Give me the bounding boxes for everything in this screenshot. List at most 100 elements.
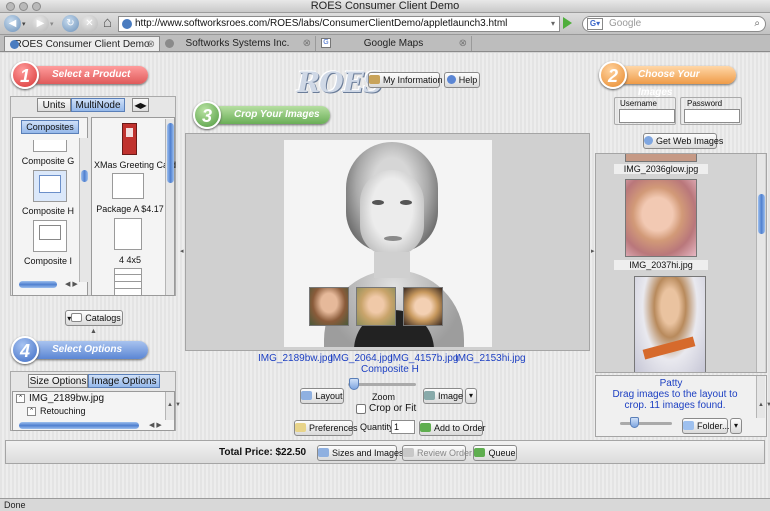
catalogs-button[interactable]: ▾ Catalogs <box>65 310 123 326</box>
composite-label[interactable]: Composite H <box>15 206 81 216</box>
composite-label[interactable]: Composite G <box>15 156 81 166</box>
tab-multinode[interactable]: MultiNode <box>71 98 125 112</box>
add-to-order-button[interactable]: Add to Order <box>419 420 486 436</box>
url-dropdown-icon[interactable]: ▾ <box>551 17 555 31</box>
image-filename[interactable]: IMG_2037hi.jpg <box>614 260 708 270</box>
product-label[interactable]: XMas Greeting Card <box>94 160 176 170</box>
tab-roes-demo[interactable]: ROES Consumer Client Demo ⊗ <box>4 36 160 51</box>
tab-softworks[interactable]: Softworks Systems Inc. ⊗ <box>160 36 316 51</box>
close-tab-icon[interactable]: ⊗ <box>459 36 467 51</box>
tab-scroll-arrows[interactable]: ◀▶ <box>132 98 149 112</box>
layout-button[interactable]: Layout <box>300 388 344 404</box>
preferences-button[interactable]: Preferences <box>294 420 358 436</box>
composite-label[interactable]: Composite I <box>15 256 81 266</box>
close-window-icon[interactable] <box>6 2 15 11</box>
composites-hscroll-thumb[interactable] <box>19 281 57 288</box>
go-icon[interactable] <box>563 17 572 29</box>
image-thumbnail[interactable] <box>625 154 697 162</box>
search-engine-icon[interactable]: G▾ <box>587 18 603 30</box>
password-field[interactable] <box>684 109 740 123</box>
close-tab-icon[interactable]: ⊗ <box>147 37 155 52</box>
composite-i-icon[interactable] <box>33 220 67 252</box>
tab-favicon-icon <box>10 40 19 49</box>
image-button[interactable]: Image <box>423 388 463 404</box>
composite-photo-4[interactable] <box>403 287 443 326</box>
minimize-window-icon[interactable] <box>19 2 28 11</box>
zoom-slider-handle[interactable] <box>349 378 359 390</box>
4x5-thumbnail[interactable] <box>114 218 142 250</box>
sizes-icon <box>318 448 329 457</box>
composite-photo-3[interactable] <box>356 287 396 326</box>
tab-units[interactable]: Units <box>37 98 71 112</box>
image-thumbnail[interactable] <box>634 276 706 372</box>
home-icon[interactable]: ⌂ <box>99 14 116 32</box>
image-thumbnail[interactable] <box>625 179 697 257</box>
option-image-name: IMG_2189bw.jpg <box>29 393 105 404</box>
image-dropdown-icon[interactable]: ▾ <box>465 388 477 404</box>
product-label[interactable]: 4 4x5 <box>94 255 166 265</box>
filename-link[interactable]: IMG_2189bw.jpg <box>258 353 333 364</box>
tab-size-options[interactable]: Size Options <box>28 374 88 388</box>
collapse-group-icon[interactable]: ⌃ <box>16 394 25 403</box>
composite-f-icon[interactable] <box>33 140 67 152</box>
xmas-card-thumbnail[interactable] <box>122 123 137 155</box>
option-retouching[interactable]: Retouching <box>40 406 86 416</box>
search-icon[interactable]: ⌕ <box>754 17 760 31</box>
grid-product-thumbnail[interactable] <box>114 268 142 296</box>
left-panel-toggle-icon[interactable]: ◂ <box>180 247 184 255</box>
address-bar[interactable]: http://www.softworksroes.com/ROES/labs/C… <box>118 16 560 32</box>
hscroll-arrows[interactable]: ◀▶ <box>149 421 164 429</box>
product-label[interactable]: Package A $4.17 <box>94 204 166 214</box>
collapse-icon[interactable]: ▲ <box>90 328 97 335</box>
get-web-images-button[interactable]: Get Web Images <box>643 133 723 149</box>
tab-image-options[interactable]: Image Options <box>88 374 160 388</box>
package-a-thumbnail[interactable] <box>112 173 144 199</box>
filename-link[interactable]: IMG_2064.jpg <box>330 353 393 364</box>
crop-canvas[interactable] <box>185 133 590 351</box>
zoom-window-icon[interactable] <box>32 2 41 11</box>
product-list-scrollbar[interactable] <box>165 119 174 295</box>
hscroll-arrows[interactable]: ◀▶ <box>65 280 80 288</box>
thumbnail-size-slider-track[interactable] <box>620 422 672 425</box>
person-icon <box>369 75 380 84</box>
scrollbar-thumb[interactable] <box>758 194 765 234</box>
scrollbar-thumb[interactable] <box>81 170 88 182</box>
composites-scrollbar[interactable] <box>79 138 88 282</box>
close-tab-icon[interactable]: ⊗ <box>303 36 311 51</box>
review-order-button[interactable]: Review Order <box>402 445 472 461</box>
reload-icon[interactable]: ↻ <box>62 15 79 32</box>
crop-or-fit-checkbox[interactable] <box>356 404 366 414</box>
tab-google-maps[interactable]: G Google Maps ⊗ <box>316 36 472 51</box>
folder-dropdown-icon[interactable]: ▾ <box>730 418 742 434</box>
quantity-input[interactable]: 1 <box>391 420 415 434</box>
stop-icon[interactable]: ✕ <box>81 15 98 32</box>
forward-dropdown-icon[interactable]: ▾ <box>50 20 54 28</box>
image-browser[interactable]: IMG_2036glow.jpg IMG_2037hi.jpg <box>595 153 767 373</box>
folder-button[interactable]: Folder... <box>682 418 730 434</box>
back-icon[interactable]: ◀ <box>4 15 21 32</box>
composite-photo-2[interactable] <box>309 287 349 326</box>
sizes-and-images-button[interactable]: Sizes and Images <box>317 445 404 461</box>
tab-composites[interactable]: Composites <box>21 120 79 134</box>
right-panel-toggle-icon[interactable]: ▸ <box>591 247 595 255</box>
composite-h-icon[interactable] <box>33 170 67 202</box>
options-scrollbar[interactable]: ▲▼ <box>165 392 181 420</box>
back-dropdown-icon[interactable]: ▾ <box>22 20 26 28</box>
scrollbar-thumb[interactable] <box>167 123 174 183</box>
browser-tabs: ROES Consumer Client Demo ⊗ Softworks Sy… <box>0 35 770 52</box>
my-information-button[interactable]: My Information <box>368 72 443 88</box>
zoom-label: Zoom <box>372 392 396 402</box>
filename-link[interactable]: IMG_2153hi.jpg <box>455 353 526 364</box>
help-button[interactable]: Help <box>444 72 480 88</box>
search-input[interactable]: G▾ Google ⌕ <box>582 16 766 32</box>
filename-link[interactable]: IMG_4157b.jpg <box>390 353 458 364</box>
image-browser-scrollbar[interactable] <box>756 154 765 372</box>
expand-group-icon[interactable]: ⌃ <box>27 407 36 416</box>
image-filename[interactable]: IMG_2036glow.jpg <box>614 164 708 174</box>
options-hscroll-thumb[interactable] <box>19 422 139 429</box>
queue-button[interactable]: Queue <box>473 445 517 461</box>
username-field[interactable] <box>619 109 675 123</box>
info-scrollbar[interactable]: ▲▼ <box>756 376 770 418</box>
thumbnail-size-slider-handle[interactable] <box>630 417 639 428</box>
forward-icon[interactable]: ▶ <box>32 15 49 32</box>
